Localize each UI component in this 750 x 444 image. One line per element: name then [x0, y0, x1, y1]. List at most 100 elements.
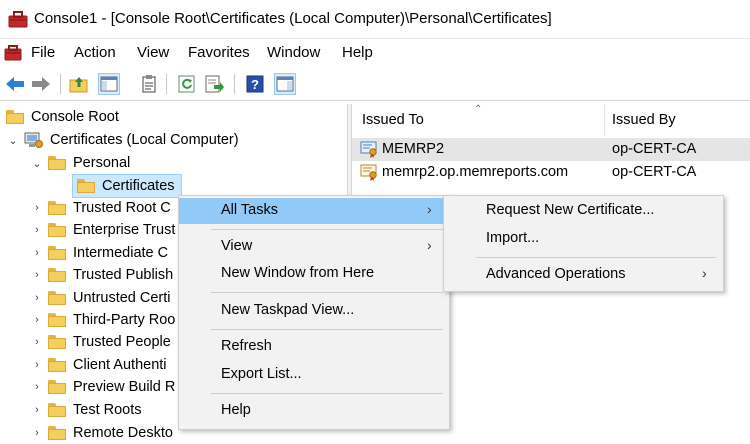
certificate-icon — [360, 141, 377, 158]
chevron-right-icon[interactable]: › — [30, 269, 44, 281]
tree-node-store[interactable]: › Client Authenti — [30, 354, 167, 376]
menu-item-import[interactable]: Import... — [444, 226, 723, 252]
folder-icon — [48, 246, 66, 260]
chevron-right-icon[interactable]: › — [30, 404, 44, 416]
tree-node-store[interactable]: › Remote Deskto — [30, 422, 173, 444]
column-header-label: Issued To — [362, 112, 424, 128]
up-folder-icon[interactable] — [68, 73, 90, 95]
menu-view[interactable]: View — [137, 44, 169, 61]
menu-item-new-taskpad-view[interactable]: New Taskpad View... — [179, 298, 449, 324]
toolbox-icon — [8, 11, 28, 28]
show-hide-tree-icon[interactable] — [98, 73, 120, 95]
menu-help[interactable]: Help — [342, 44, 373, 61]
chevron-right-icon[interactable]: › — [30, 292, 44, 304]
title-bar: Console1 - [Console Root\Certificates (L… — [0, 0, 750, 39]
menu-bar: File Action View Favorites Window Help — [0, 39, 750, 67]
chevron-right-icon: › — [702, 265, 707, 281]
menu-item-label: Advanced Operations — [486, 266, 626, 282]
tree-node-label: Untrusted Certi — [73, 290, 171, 306]
menu-item-new-window[interactable]: New Window from Here — [179, 261, 449, 287]
chevron-right-icon[interactable]: › — [30, 202, 44, 214]
menu-item-label: New Window from Here — [221, 265, 375, 281]
tree-node-store[interactable]: › Third-Party Roo — [30, 309, 175, 331]
tree-node-label: Certificates — [102, 178, 175, 194]
menu-window[interactable]: Window — [267, 44, 320, 61]
chevron-right-icon[interactable]: › — [30, 381, 44, 393]
tree-node-store[interactable]: › Untrusted Certi — [30, 287, 171, 309]
folder-icon — [48, 291, 66, 305]
chevron-down-icon[interactable]: ⌄ — [6, 134, 20, 147]
all-tasks-submenu: Request New Certificate... Import... Adv… — [443, 195, 724, 292]
folder-icon — [48, 335, 66, 349]
tree-node-store[interactable]: › Intermediate C — [30, 242, 168, 264]
menu-item-request-new-certificate[interactable]: Request New Certificate... — [444, 198, 723, 224]
menu-item-label: Request New Certificate... — [486, 202, 655, 218]
menu-item-label: View — [221, 238, 253, 254]
properties-icon[interactable] — [138, 73, 160, 95]
chevron-right-icon[interactable]: › — [30, 427, 44, 439]
toolbar-separator — [234, 74, 235, 94]
chevron-right-icon[interactable]: › — [30, 247, 44, 259]
column-header-label: Issued By — [612, 112, 676, 128]
tree-node-label: Console Root — [31, 109, 119, 125]
tree-node-certificates-local-computer[interactable]: ⌄ Certificates (Local Computer) — [6, 129, 239, 151]
menu-item-label: Refresh — [221, 338, 272, 354]
menu-item-advanced-operations[interactable]: Advanced Operations › — [444, 262, 723, 288]
tree-node-console-root[interactable]: Console Root — [6, 106, 119, 128]
tree-node-store[interactable]: › Enterprise Trust — [30, 219, 175, 241]
menu-separator — [211, 393, 443, 394]
chevron-right-icon: › — [427, 237, 432, 253]
toolbar-separator — [166, 74, 167, 94]
column-separator[interactable] — [604, 104, 605, 136]
forward-icon[interactable] — [30, 73, 52, 95]
tree-node-label: Certificates (Local Computer) — [50, 132, 239, 148]
show-hide-action-pane-icon[interactable] — [274, 73, 296, 95]
tree-node-store[interactable]: › Trusted Root C — [30, 197, 171, 219]
tree-node-store[interactable]: › Preview Build R — [30, 376, 175, 398]
export-list-icon[interactable] — [204, 73, 226, 95]
tree-node-label: Remote Deskto — [73, 425, 173, 441]
refresh-icon[interactable] — [176, 73, 198, 95]
menu-separator — [211, 292, 443, 293]
column-header-issued-by[interactable]: Issued By — [612, 104, 750, 136]
menu-action[interactable]: Action — [74, 44, 116, 61]
tree-node-store[interactable]: › Trusted Publish — [30, 264, 173, 286]
certificate-snapin-icon — [24, 132, 43, 148]
tree-node-store[interactable]: › Test Roots — [30, 399, 142, 421]
folder-open-icon — [48, 156, 66, 170]
menu-item-label: Import... — [486, 230, 540, 246]
chevron-right-icon: › — [427, 201, 432, 217]
chevron-right-icon[interactable]: › — [30, 336, 44, 348]
folder-icon — [48, 380, 66, 394]
help-icon[interactable]: ? — [244, 73, 266, 95]
tree-node-label: Preview Build R — [73, 379, 176, 395]
back-icon[interactable] — [4, 73, 26, 95]
menu-file[interactable]: File — [31, 44, 55, 61]
tree-node-personal[interactable]: ⌄ Personal — [30, 152, 130, 174]
menu-separator — [211, 229, 443, 230]
cell-issued-by: op-CERT-CA — [612, 141, 697, 157]
menu-item-view[interactable]: View › — [179, 234, 449, 260]
tree-node-label: Test Roots — [73, 402, 142, 418]
menu-item-export-list[interactable]: Export List... — [179, 362, 449, 388]
chevron-right-icon[interactable]: › — [30, 314, 44, 326]
menu-item-label: Export List... — [221, 366, 302, 382]
tree-node-label: Enterprise Trust — [73, 222, 176, 238]
menu-favorites[interactable]: Favorites — [188, 44, 250, 61]
chevron-down-icon[interactable]: ⌄ — [30, 157, 44, 170]
mmc-console-icon[interactable] — [4, 44, 22, 62]
tree-node-label: Client Authenti — [73, 357, 167, 373]
list-item-certificate[interactable]: MEMRP2 op-CERT-CA — [352, 138, 750, 161]
menu-item-refresh[interactable]: Refresh — [179, 334, 449, 360]
menu-item-all-tasks[interactable]: All Tasks › — [179, 198, 449, 224]
list-item-certificate[interactable]: memrp2.op.memreports.com op-CERT-CA — [352, 161, 750, 184]
menu-item-label: New Taskpad View... — [221, 302, 355, 318]
chevron-right-icon[interactable]: › — [30, 224, 44, 236]
menu-separator — [211, 329, 443, 330]
chevron-right-icon[interactable]: › — [30, 359, 44, 371]
toolbar-separator — [60, 74, 61, 94]
tree-node-store[interactable]: › Trusted People — [30, 331, 171, 353]
tree-node-certificates[interactable]: Certificates — [72, 174, 182, 198]
cell-issued-to: memrp2.op.memreports.com — [382, 164, 569, 180]
menu-item-help[interactable]: Help — [179, 398, 449, 424]
